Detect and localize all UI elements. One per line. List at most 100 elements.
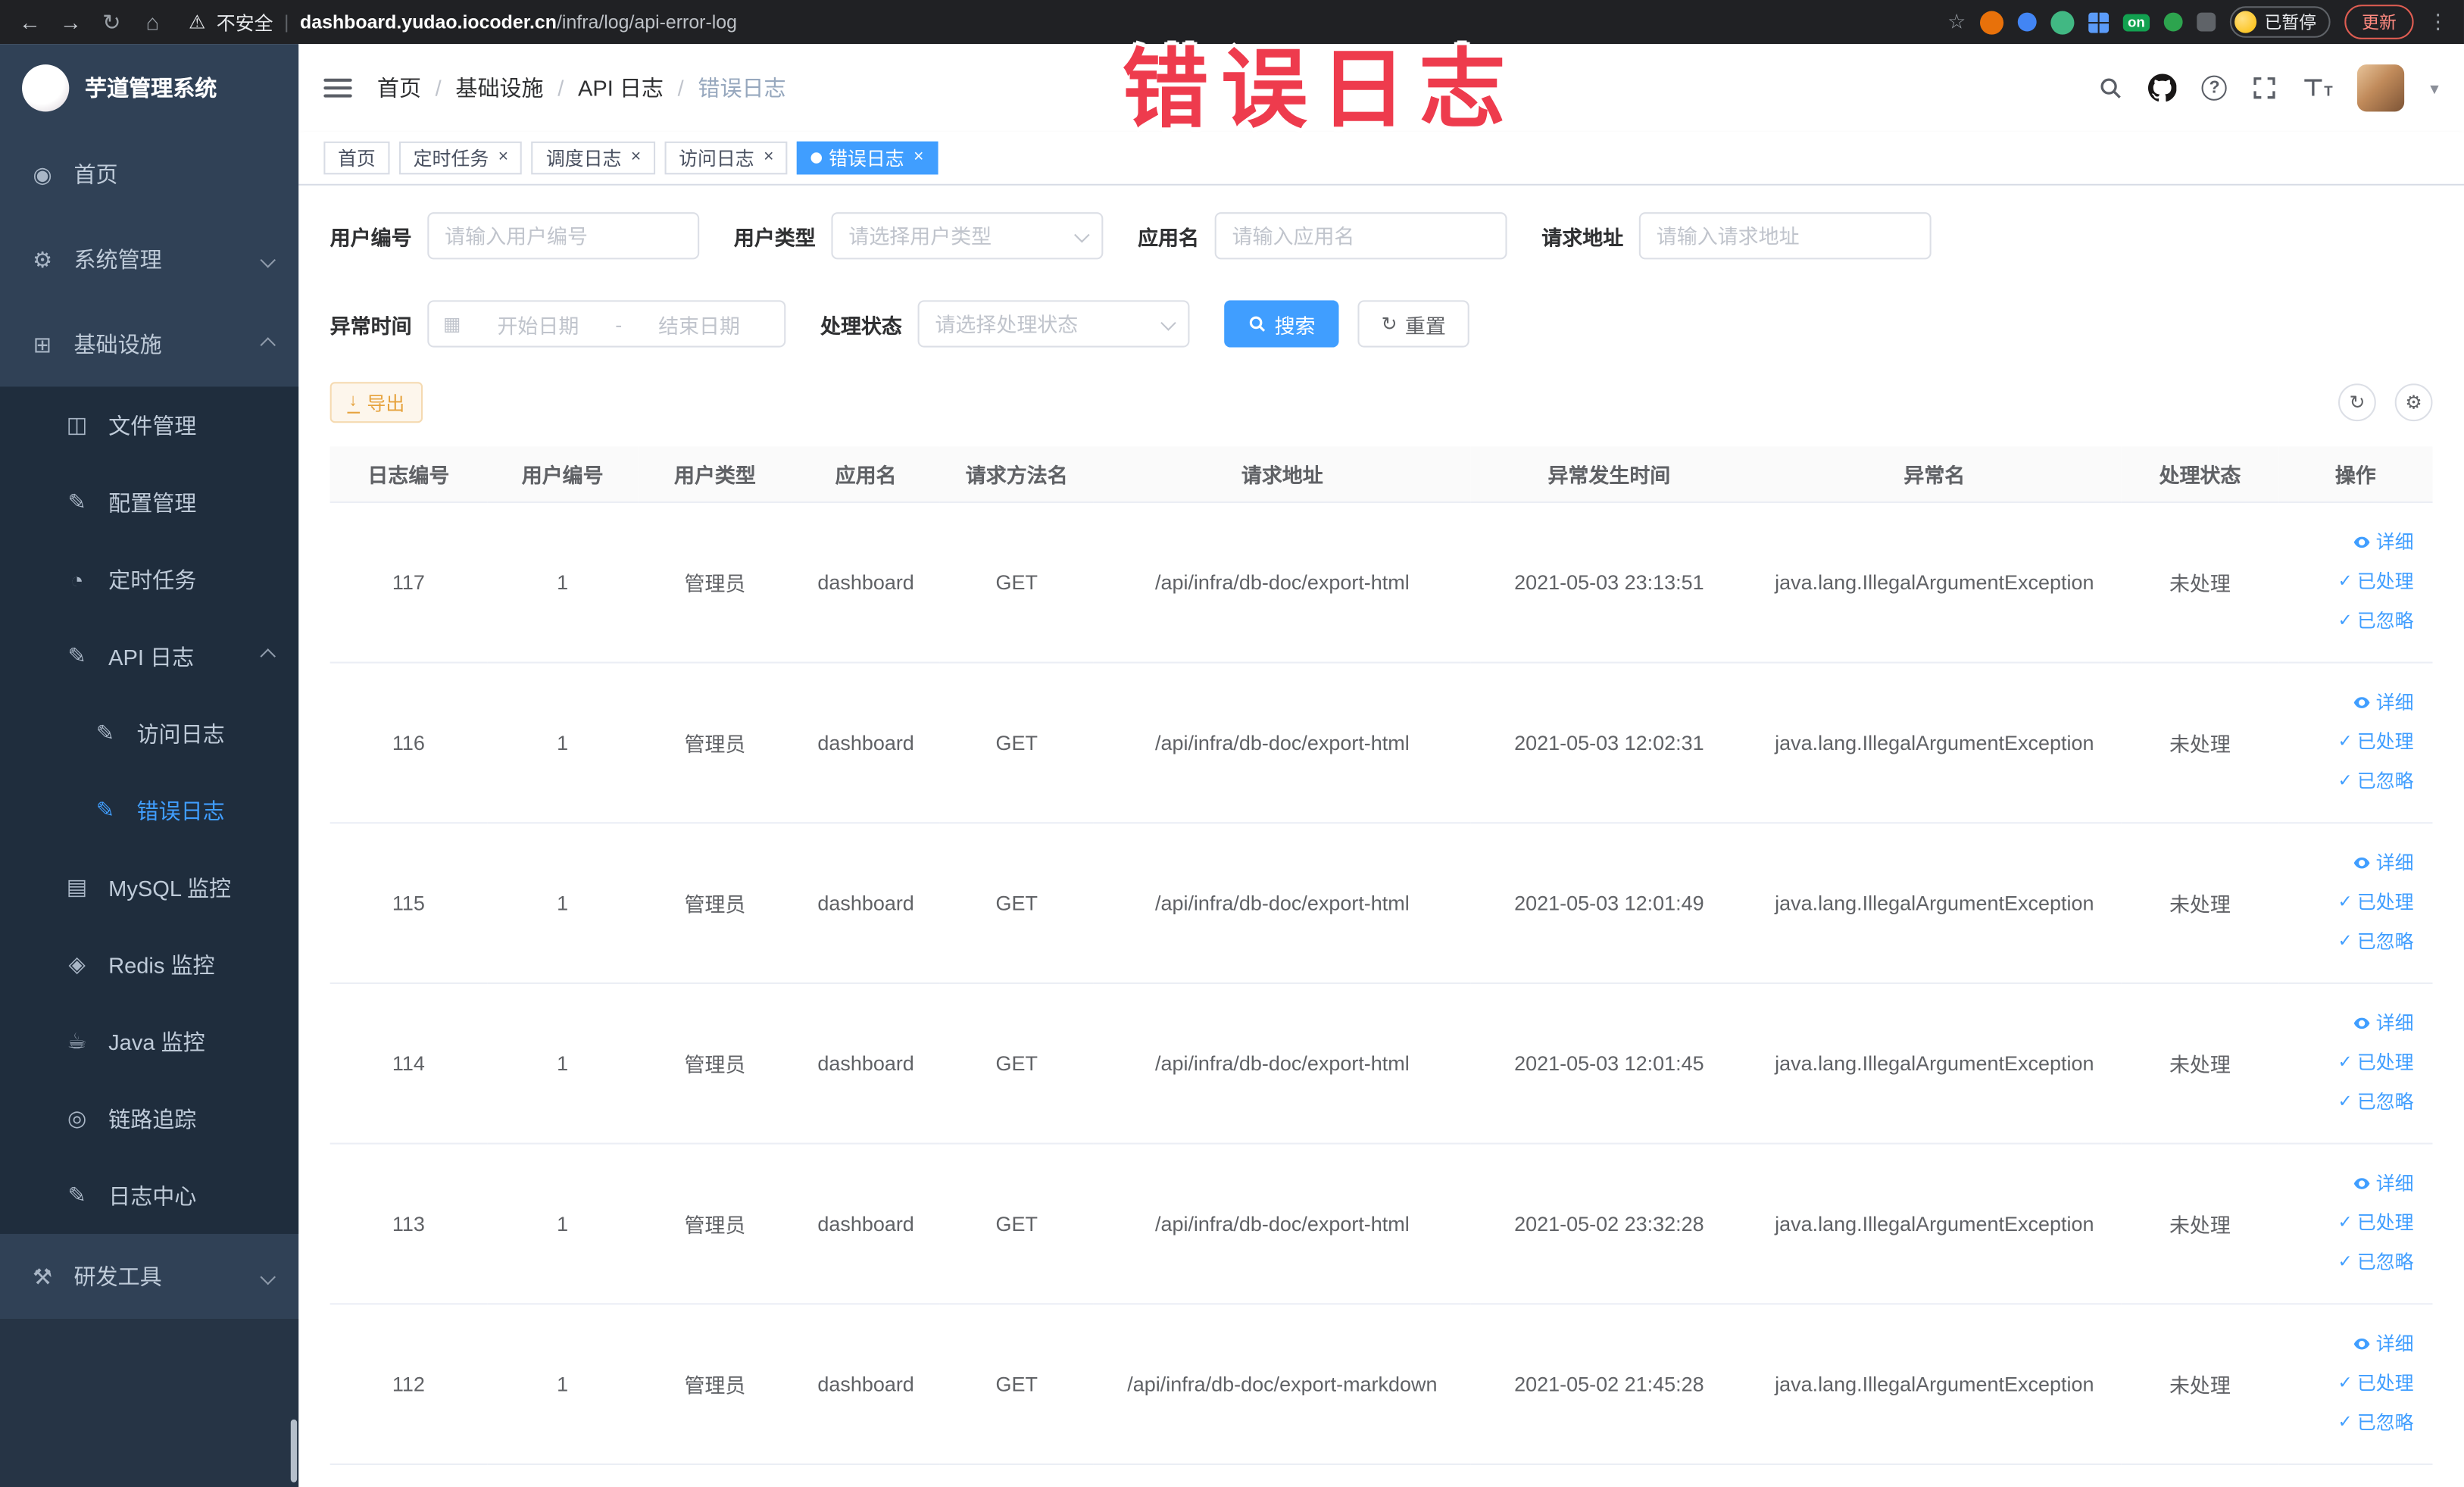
app-name-input[interactable] (1214, 212, 1507, 260)
font-size-icon[interactable]: ⊤T (2303, 77, 2333, 100)
column-settings-button[interactable]: ⚙ (2394, 383, 2433, 422)
close-icon[interactable]: × (913, 148, 923, 167)
avatar[interactable] (2357, 64, 2406, 112)
hamburger-icon[interactable] (323, 78, 352, 98)
cell-user-id: 1 (487, 1142, 639, 1304)
forward-icon[interactable]: → (57, 0, 85, 44)
user-id-input[interactable] (427, 212, 700, 260)
detail-link[interactable]: 详细 (2353, 845, 2414, 881)
extension-icon-orange[interactable] (1979, 10, 2004, 34)
process-status-select-input[interactable] (917, 300, 1190, 348)
sidebar-item-mysql-monitor[interactable]: ▤ MySQL 监控 (0, 849, 298, 926)
browser-menu-icon[interactable]: ⋮ (2428, 9, 2448, 34)
fullscreen-icon[interactable] (2252, 76, 2277, 101)
sidebar-item-link-tracing[interactable]: ◎ 链路追踪 (0, 1080, 298, 1157)
ignored-link[interactable]: ✓ 已忽略 (2338, 763, 2414, 799)
sidebar-logo[interactable]: 芋道管理系统 (0, 44, 298, 132)
process-status-select[interactable] (917, 300, 1190, 348)
date-range-picker[interactable]: ▦ 开始日期 - 结束日期 (427, 300, 786, 348)
home-icon[interactable]: ⌂ (139, 0, 167, 44)
detail-link[interactable]: 详细 (2353, 524, 2414, 561)
filter-app-name: 应用名 (1138, 212, 1507, 260)
github-icon[interactable] (2148, 73, 2177, 102)
extension-icon-on[interactable]: on (2122, 13, 2150, 31)
sidebar-item-file-manage[interactable]: ◫ 文件管理 (0, 386, 298, 464)
detail-link[interactable]: 详细 (2353, 1326, 2414, 1362)
ignored-link[interactable]: ✓ 已忽略 (2338, 923, 2414, 960)
sidebar-item-scheduled-task[interactable]: ◔ 定时任务 (0, 541, 298, 618)
filter-label: 请求地址 (1541, 225, 1624, 249)
export-button[interactable]: ↓ 导出 (329, 382, 423, 423)
filter-row-2: 异常时间 ▦ 开始日期 - 结束日期 处理状态 请选择处理状态 搜索 ↻ 重置 (330, 300, 2433, 348)
paused-badge[interactable]: 已暂停 (2229, 6, 2331, 38)
processed-link-label: 已处理 (2356, 1211, 2414, 1233)
tab-error-log[interactable]: 错误日志 × (797, 141, 938, 175)
processed-link[interactable]: ✓ 已处理 (2338, 564, 2414, 600)
processed-link[interactable]: ✓ 已处理 (2338, 724, 2414, 761)
detail-link[interactable]: 详细 (2353, 685, 2414, 721)
close-icon[interactable]: × (764, 148, 773, 167)
extension-icon-grid[interactable] (2088, 11, 2110, 33)
sidebar-item-java-monitor[interactable]: ☕ Java 监控 (0, 1003, 298, 1080)
sidebar-scrollbar[interactable] (290, 1419, 298, 1482)
back-icon[interactable]: ← (16, 0, 44, 44)
processed-link[interactable]: ✓ 已处理 (2338, 1045, 2414, 1081)
help-icon[interactable]: ? (2202, 75, 2228, 101)
tab-dispatch-log[interactable]: 调度日志 × (532, 141, 655, 175)
close-icon[interactable]: × (498, 148, 508, 167)
processed-link[interactable]: ✓ 已处理 (2338, 884, 2414, 920)
user-type-select[interactable] (831, 212, 1104, 260)
user-type-select-input[interactable] (831, 212, 1104, 260)
search-icon[interactable] (2098, 76, 2123, 101)
sidebar-item-error-log[interactable]: ✎ 错误日志 (0, 772, 298, 849)
sidebar-item-access-log[interactable]: ✎ 访问日志 (0, 695, 298, 772)
tab-home[interactable]: 首页 (323, 141, 390, 175)
address-bar[interactable]: ⚠ 不安全 | dashboard.yudao.iocoder.cn/infra… (189, 8, 1935, 35)
tab-access-log[interactable]: 访问日志 × (664, 141, 789, 175)
sidebar-item-log-center[interactable]: ✎ 日志中心 (0, 1157, 298, 1234)
page-url[interactable]: dashboard.yudao.iocoder.cn/infra/log/api… (300, 11, 737, 33)
breadcrumb-item[interactable]: 基础设施 (455, 72, 543, 104)
ignored-link[interactable]: ✓ 已忽略 (2338, 1084, 2414, 1120)
extension-icon-gray[interactable] (2197, 12, 2216, 32)
redis-icon: ◈ (68, 951, 86, 976)
security-label[interactable]: 不安全 (217, 8, 273, 35)
processed-link[interactable]: ✓ 已处理 (2338, 1205, 2414, 1242)
sidebar-item-redis-monitor[interactable]: ◈ Redis 监控 (0, 926, 298, 1003)
table-row: 113 1 管理员 dashboard GET /api/infra/db-do… (329, 1142, 2433, 1304)
sidebar-item-label: 错误日志 (136, 798, 225, 823)
reload-icon[interactable]: ↻ (98, 0, 126, 44)
sidebar-item-config-manage[interactable]: ✎ 配置管理 (0, 464, 298, 541)
update-button[interactable]: 更新 (2344, 5, 2414, 39)
cell-status: 未处理 (2121, 661, 2279, 823)
sidebar-item-label: Redis 监控 (108, 951, 215, 977)
search-button[interactable]: 搜索 (1224, 300, 1339, 348)
sidebar-item-dev-tools[interactable]: ⚒ 研发工具 (0, 1234, 298, 1319)
cell-user-id: 1 (487, 1303, 639, 1464)
check-icon: ✓ (2338, 770, 2353, 790)
breadcrumb-item[interactable]: API 日志 (578, 72, 664, 104)
caret-down-icon[interactable]: ▾ (2430, 78, 2438, 98)
processed-link[interactable]: ✓ 已处理 (2338, 1365, 2414, 1401)
ignored-link[interactable]: ✓ 已忽略 (2338, 603, 2414, 639)
extension-icon-green[interactable] (2163, 12, 2183, 32)
sidebar-item-infra[interactable]: ⊞ 基础设施 (0, 301, 298, 386)
ignored-link[interactable]: ✓ 已忽略 (2338, 1244, 2414, 1280)
refresh-table-button[interactable]: ↻ (2338, 383, 2376, 422)
detail-link[interactable]: 详细 (2353, 1166, 2414, 1202)
ignored-link[interactable]: ✓ 已忽略 (2338, 1404, 2414, 1441)
bookmark-star-icon[interactable]: ☆ (1947, 9, 1966, 34)
tab-scheduled-task[interactable]: 定时任务 × (398, 141, 523, 175)
sidebar-item-home[interactable]: ◉ 首页 (0, 132, 298, 217)
reset-button[interactable]: ↻ 重置 (1357, 300, 1470, 348)
cell-method: GET (939, 982, 1094, 1144)
request-url-input[interactable] (1638, 212, 1932, 260)
check-icon: ✓ (2338, 1092, 2353, 1111)
extension-icon-vue[interactable] (2050, 10, 2075, 34)
detail-link[interactable]: 详细 (2353, 1005, 2414, 1042)
sidebar-item-api-log[interactable]: ✎ API 日志 (0, 618, 298, 695)
sidebar-item-system[interactable]: ⚙ 系统管理 (0, 217, 298, 301)
breadcrumb-item[interactable]: 首页 (377, 72, 421, 104)
extension-icon-blue[interactable] (2017, 12, 2037, 32)
close-icon[interactable]: × (631, 148, 641, 167)
